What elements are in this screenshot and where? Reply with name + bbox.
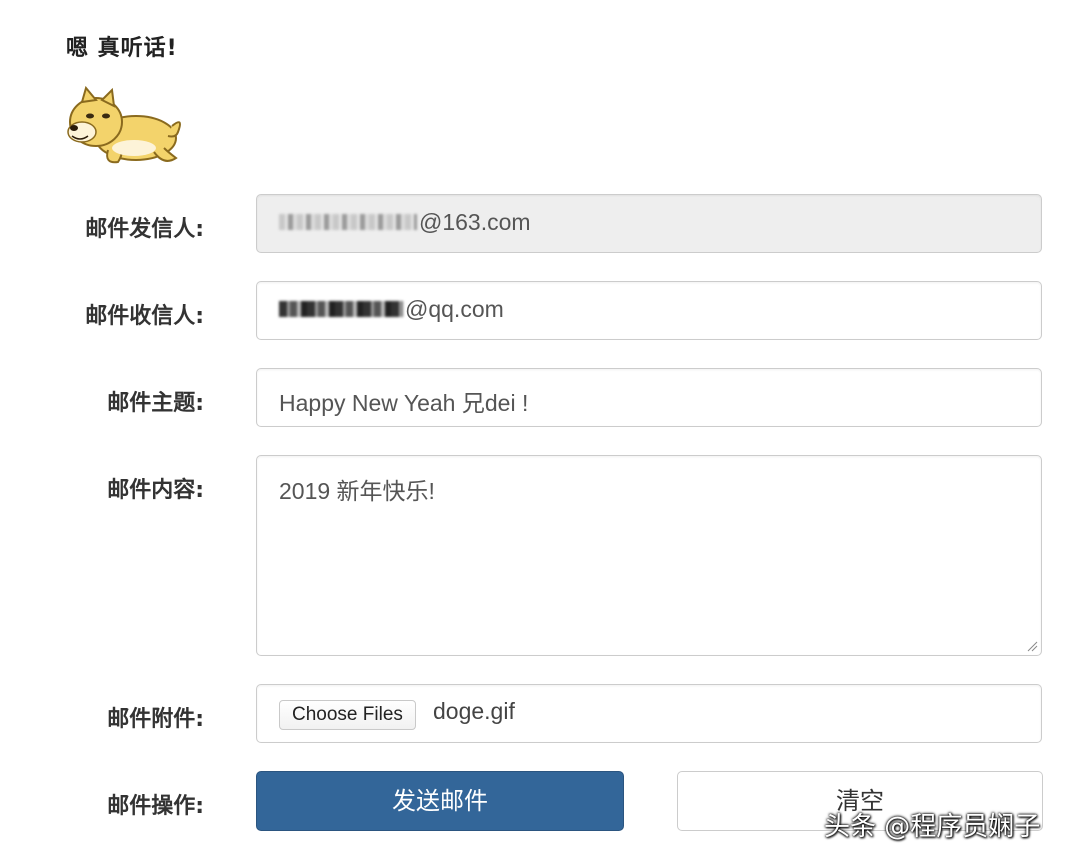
content-value: 2019 新年快乐! bbox=[279, 478, 435, 504]
sender-label: 邮件发信人: bbox=[85, 217, 204, 242]
attachment-field: Choose Files doge.gif bbox=[256, 684, 1042, 743]
redacted-sender-name bbox=[279, 213, 417, 230]
subject-label: 邮件主题: bbox=[107, 391, 204, 416]
content-label: 邮件内容: bbox=[107, 478, 204, 503]
sender-field: @163.com bbox=[256, 194, 1042, 253]
send-email-button[interactable]: 发送邮件 bbox=[256, 771, 624, 831]
attachment-label: 邮件附件: bbox=[107, 707, 204, 732]
sender-domain: @163.com bbox=[419, 209, 531, 235]
recipient-field[interactable]: @qq.com bbox=[256, 281, 1042, 340]
attachment-file-name: doge.gif bbox=[433, 698, 515, 724]
watermark-text: 头条 @程序员娴子 bbox=[824, 812, 1041, 842]
content-textarea[interactable]: 2019 新年快乐! bbox=[256, 455, 1042, 656]
choose-files-button[interactable]: Choose Files bbox=[279, 700, 416, 730]
recipient-domain: @qq.com bbox=[405, 296, 504, 322]
doge-image bbox=[67, 86, 181, 164]
subject-field[interactable]: Happy New Yeah 兄dei ! bbox=[256, 368, 1042, 427]
greeting-text: 嗯 真听话! bbox=[66, 36, 178, 61]
resize-handle-icon[interactable] bbox=[1026, 640, 1038, 652]
recipient-label: 邮件收信人: bbox=[85, 304, 204, 329]
redacted-recipient-name bbox=[279, 300, 403, 317]
subject-value: Happy New Yeah 兄dei ! bbox=[279, 390, 529, 416]
actions-label: 邮件操作: bbox=[107, 794, 204, 819]
